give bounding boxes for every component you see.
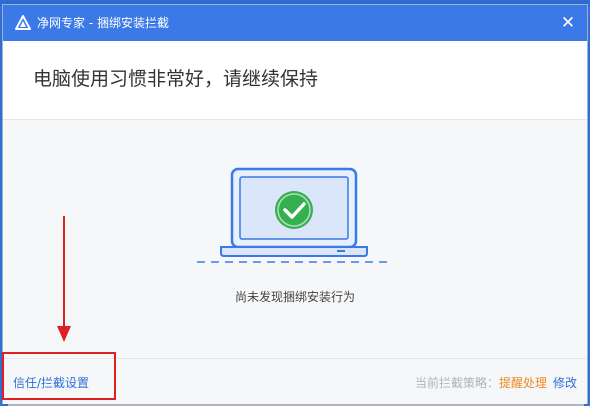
app-logo-icon: [15, 15, 31, 31]
annotation-highlight-box: [2, 352, 116, 400]
intercept-policy: 当前拦截策略：提醒处理 修改: [415, 374, 577, 391]
bundle-install-intercept-dialog: 净网专家 - 捆绑安装拦截 ✕ 电脑使用习惯非常好，请继续保持 尚未发现捆绑安装…: [2, 4, 588, 404]
result-body: 尚未发现捆绑安装行为: [3, 120, 587, 358]
policy-label: 当前拦截策略：: [414, 376, 499, 390]
annotation-arrow-icon: [54, 216, 74, 346]
modify-policy-link[interactable]: 修改: [553, 376, 577, 390]
close-icon[interactable]: ✕: [557, 12, 579, 34]
dialog-title: 净网专家 - 捆绑安装拦截: [37, 16, 169, 30]
policy-value: 提醒处理: [498, 376, 547, 390]
result-header: 电脑使用习惯非常好，请继续保持: [3, 41, 587, 120]
laptop-check-icon: [191, 165, 397, 270]
status-message: 尚未发现捆绑安装行为: [234, 290, 355, 304]
result-heading: 电脑使用习惯非常好，请继续保持: [33, 68, 319, 90]
dialog-titlebar: 净网专家 - 捆绑安装拦截 ✕: [3, 5, 587, 41]
